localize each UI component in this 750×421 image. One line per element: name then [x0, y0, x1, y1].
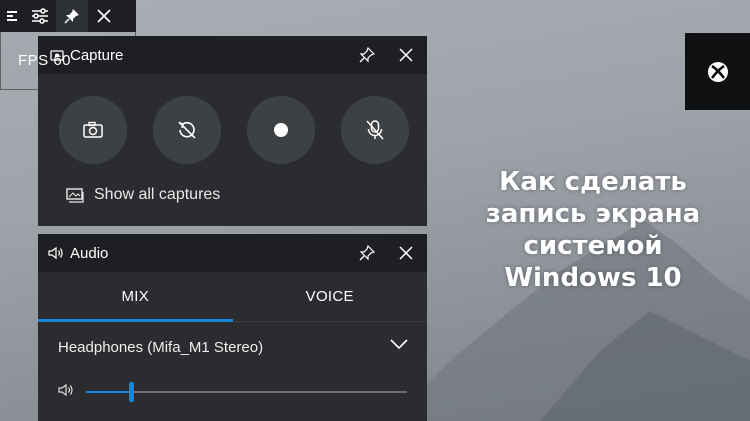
screenshot-icon — [83, 121, 103, 138]
settings-button[interactable] — [24, 0, 56, 32]
pin-icon — [64, 9, 79, 24]
audio-title: Audio — [70, 244, 109, 262]
record-icon — [274, 123, 288, 137]
capture-pin-button[interactable] — [356, 44, 378, 66]
microphone-toggle-button[interactable] — [341, 96, 409, 164]
article-headline: Как сделать запись экрана системой Windo… — [468, 166, 718, 294]
audio-close-button[interactable] — [395, 242, 417, 264]
capture-close-button[interactable] — [395, 44, 417, 66]
headline-line-1: Как сделать — [499, 167, 687, 197]
close-icon — [399, 246, 413, 260]
audio-widget: Audio MIX VOICE Headphones (Mifa_M1 Ster… — [38, 234, 427, 421]
widget-menu-icon — [7, 11, 17, 21]
capture-widget: Capture Show all captures — [38, 36, 427, 226]
audio-pin-button[interactable] — [356, 242, 378, 264]
pin-widget-button[interactable] — [56, 0, 88, 32]
record-last-icon — [178, 121, 196, 139]
headline-line-3: системой — [523, 231, 663, 261]
audio-tabs: MIX VOICE — [38, 272, 427, 322]
volume-row — [38, 372, 427, 412]
chevron-down-icon — [390, 339, 408, 350]
headline-line-2: запись экрана — [485, 199, 701, 229]
pin-icon — [359, 245, 375, 261]
screenshot-button[interactable] — [59, 96, 127, 164]
mic-off-icon — [366, 120, 384, 140]
gallery-icon — [66, 188, 84, 203]
tab-mix[interactable]: MIX — [38, 272, 233, 321]
show-all-captures-label: Show all captures — [94, 186, 221, 203]
xbox-logo-icon — [707, 61, 728, 82]
pin-icon — [359, 47, 375, 63]
close-icon — [399, 48, 413, 62]
output-device-dropdown[interactable]: Headphones (Mifa_M1 Stereo) — [38, 322, 427, 372]
audio-header: Audio — [38, 234, 427, 272]
close-icon — [97, 9, 111, 23]
xbox-home-button[interactable] — [685, 33, 750, 110]
volume-slider-thumb[interactable] — [128, 382, 134, 402]
capture-title: Capture — [70, 46, 124, 64]
speaker-icon — [48, 246, 63, 260]
volume-slider-fill — [86, 391, 131, 393]
headline-line-4: Windows 10 — [504, 263, 682, 293]
settings-sliders-icon — [32, 8, 48, 24]
close-widget-button[interactable] — [88, 0, 120, 32]
record-last-30s-button[interactable] — [153, 96, 221, 164]
show-all-captures-link[interactable]: Show all captures — [66, 186, 220, 204]
widget-menu-button[interactable] — [0, 0, 24, 32]
output-device-label: Headphones (Mifa_M1 Stereo) — [58, 338, 264, 356]
fps-counter: FPS 60 — [18, 52, 72, 69]
start-recording-button[interactable] — [247, 96, 315, 164]
game-bar-widget-strip — [0, 0, 136, 32]
volume-icon — [58, 383, 73, 397]
tab-voice[interactable]: VOICE — [233, 272, 428, 321]
capture-header: Capture — [38, 36, 427, 74]
volume-slider[interactable] — [86, 382, 407, 402]
